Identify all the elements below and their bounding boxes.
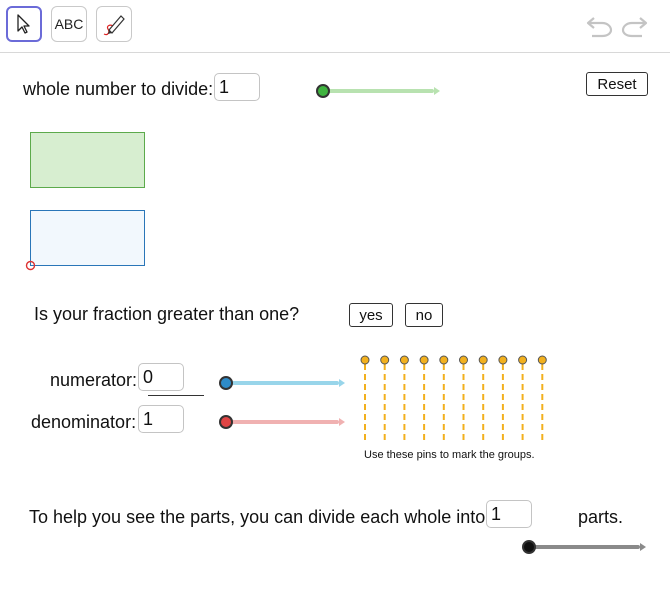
denominator-label: denominator: <box>31 412 137 432</box>
whole-number-slider-knob[interactable] <box>316 84 330 98</box>
move-tool-button[interactable] <box>6 6 42 42</box>
numerator-slider-track <box>225 381 339 385</box>
text-tool-button[interactable]: ABC <box>51 6 87 42</box>
pin-head[interactable] <box>419 355 429 365</box>
parts-slider-knob[interactable] <box>522 540 536 554</box>
parts-slider[interactable] <box>520 540 646 554</box>
numerator-input[interactable] <box>138 363 184 391</box>
parts-input[interactable] <box>486 500 532 528</box>
pin-head[interactable] <box>498 355 508 365</box>
fraction-rectangle <box>30 210 145 266</box>
fraction-bar <box>148 395 204 396</box>
whole-number-slider-arrow <box>434 87 440 95</box>
numerator-slider[interactable] <box>217 376 345 390</box>
denominator-slider-arrow <box>339 418 345 426</box>
pin-head[interactable] <box>518 355 528 365</box>
toolbar: ABC <box>0 0 670 53</box>
pin-head[interactable] <box>399 355 409 365</box>
parts-slider-arrow <box>640 543 646 551</box>
pins-group <box>360 355 547 440</box>
pen-tool-button[interactable] <box>96 6 132 42</box>
pin-head[interactable] <box>360 355 370 365</box>
reset-button[interactable]: Reset <box>586 72 648 96</box>
denominator-slider-track <box>225 420 339 424</box>
text-tool-label: ABC <box>54 16 84 32</box>
numerator-label: numerator: <box>50 370 138 390</box>
numerator-slider-knob[interactable] <box>219 376 233 390</box>
pen-icon <box>103 15 125 36</box>
parts-slider-track <box>528 545 640 549</box>
whole-rectangle <box>30 132 145 188</box>
whole-number-slider-track <box>322 89 434 93</box>
parts-suffix-text: parts. <box>578 507 624 527</box>
pin-head[interactable] <box>478 355 488 365</box>
pointer-arrow-icon <box>17 14 30 34</box>
numerator-slider-arrow <box>339 379 345 387</box>
question-text: Is your fraction greater than one? <box>34 304 300 324</box>
whole-number-slider[interactable] <box>314 84 440 98</box>
parts-prefix-text: To help you see the parts, you can divid… <box>29 507 486 527</box>
anchor-point-icon[interactable] <box>25 260 36 271</box>
pin-head[interactable] <box>439 355 449 365</box>
denominator-input[interactable] <box>138 405 184 433</box>
yes-button[interactable]: yes <box>349 303 393 327</box>
whole-number-label: whole number to divide: <box>23 79 214 99</box>
pin-head[interactable] <box>380 355 390 365</box>
no-button[interactable]: no <box>405 303 443 327</box>
undo-icon[interactable] <box>584 12 614 38</box>
denominator-slider[interactable] <box>217 415 345 429</box>
whole-number-input[interactable] <box>214 73 260 101</box>
pin-head[interactable] <box>537 355 547 365</box>
redo-icon[interactable] <box>620 12 650 38</box>
pin-head[interactable] <box>459 355 468 365</box>
denominator-slider-knob[interactable] <box>219 415 233 429</box>
pins-caption: Use these pins to mark the groups. <box>364 449 535 461</box>
